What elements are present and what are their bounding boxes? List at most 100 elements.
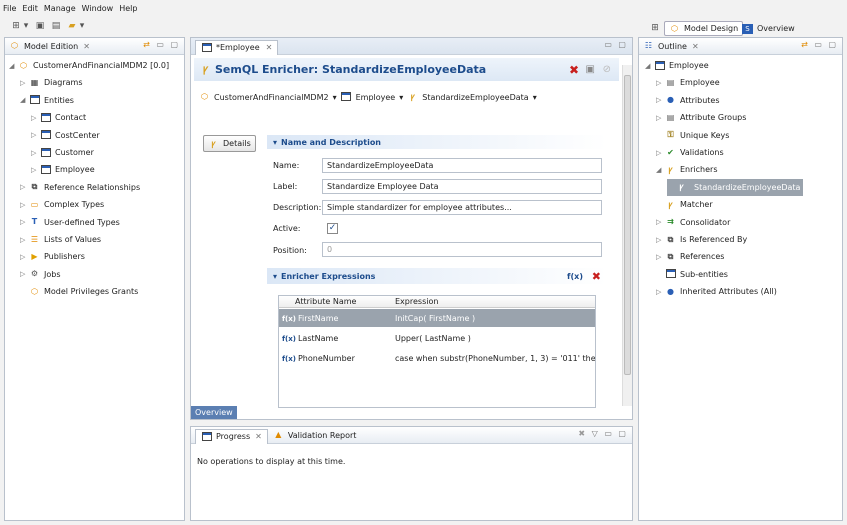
close-icon[interactable]: ✕ <box>266 43 273 52</box>
menu-edit[interactable]: Edit <box>22 4 38 13</box>
expand-toggle-icon[interactable]: ◢ <box>9 62 18 70</box>
tree-item[interactable]: ▷ Employee <box>31 161 95 178</box>
details-button[interactable]: ꝩ Details <box>203 135 256 152</box>
col-attribute-name[interactable]: Attribute Name <box>295 297 356 306</box>
tree-item[interactable]: ◢ ⬡ CustomerAndFinancialMDM2 [0.0] <box>9 57 169 74</box>
name-field[interactable]: StandardizeEmployeeData <box>322 158 602 173</box>
expand-toggle-icon[interactable]: ▷ <box>20 253 29 261</box>
tree-item[interactable]: Sub-entities <box>656 266 728 283</box>
new-dropdown-icon[interactable]: ▾ <box>22 20 30 32</box>
section-enricher-expressions[interactable]: ▾ Enricher Expressions f(x) ✖ <box>267 268 607 284</box>
validation-report-tab[interactable]: ▲ Validation Report <box>268 428 362 442</box>
expand-toggle-icon[interactable]: ▷ <box>20 79 29 87</box>
delete-icon[interactable]: ✖ <box>569 63 579 77</box>
table-row[interactable]: f(x) LastName Upper( LastName ) <box>279 329 595 347</box>
expand-toggle-icon[interactable]: ◢ <box>20 96 29 104</box>
label-field[interactable]: Standardize Employee Data <box>322 179 602 194</box>
progress-view-controls[interactable]: ✖ ▽ ▭ ▢ <box>578 429 628 438</box>
progress-tab[interactable]: Progress ✕ <box>195 428 268 444</box>
breadcrumb-entity[interactable]: Employee <box>356 93 396 102</box>
close-icon[interactable]: ✕ <box>83 42 90 51</box>
tree-item[interactable]: ▷ T User-defined Types <box>20 214 120 231</box>
tree-item[interactable]: ▷ ⧉ References <box>656 248 724 265</box>
tree-item[interactable]: ⬡ Model Privileges Grants <box>20 283 138 300</box>
expand-toggle-icon[interactable]: ▷ <box>656 253 665 261</box>
chevron-down-icon[interactable]: ▾ <box>399 93 403 102</box>
tree-item[interactable]: ◢ Entities <box>20 92 74 109</box>
tree-item[interactable]: ▷ ⚙ Jobs <box>20 266 61 283</box>
perspective-model-design[interactable]: ⬡ Model Design <box>664 21 744 36</box>
breadcrumb-enricher[interactable]: StandardizeEmployeeData <box>422 93 528 102</box>
chevron-down-icon[interactable]: ▾ <box>533 93 537 102</box>
expand-toggle-icon[interactable]: ▷ <box>20 218 29 226</box>
section-name-description[interactable]: ▾ Name and Description <box>267 135 607 149</box>
perspective-overview[interactable]: S Overview <box>738 21 799 36</box>
expand-toggle-icon[interactable]: ▷ <box>656 96 665 104</box>
menu-help[interactable]: Help <box>119 4 137 13</box>
open-dropdown-icon[interactable]: ▾ <box>78 20 86 32</box>
expand-toggle-icon[interactable]: ◢ <box>656 166 665 174</box>
tree-item[interactable]: ▷ Customer <box>31 144 94 161</box>
model-edition-tab[interactable]: Model Edition <box>24 42 78 51</box>
tree-item[interactable]: ▷ ⇉ Consolidator <box>656 214 730 231</box>
menu-manage[interactable]: Manage <box>44 4 76 13</box>
expand-toggle-icon[interactable]: ▷ <box>656 288 665 296</box>
tree-item[interactable]: ▷ ● Inherited Attributes (All) <box>656 283 777 300</box>
breadcrumb-model[interactable]: CustomerAndFinancialMDM2 <box>214 93 329 102</box>
description-field[interactable]: Simple standardizer for employee attribu… <box>322 200 602 215</box>
tree-item[interactable]: ▷ ▶ Publishers <box>20 248 85 265</box>
expand-toggle-icon[interactable]: ▷ <box>20 270 29 278</box>
tree-item[interactable]: ▷ ▤ Employee <box>656 74 720 91</box>
editor-tab[interactable]: *Employee ✕ <box>195 39 279 55</box>
edit-expression-icon[interactable]: f(x) <box>567 272 583 281</box>
tree-item[interactable]: ▷ ✔ Validations <box>656 144 724 161</box>
menu-file[interactable]: File <box>3 4 16 13</box>
chevron-down-icon[interactable]: ▾ <box>333 93 337 102</box>
active-checkbox[interactable]: ✓ <box>327 223 338 234</box>
link-icon[interactable]: ⊘ <box>603 64 611 75</box>
tree-item[interactable]: ▷ ● Attributes <box>656 92 720 109</box>
save-icon[interactable]: ▣ <box>586 64 595 75</box>
col-expression[interactable]: Expression <box>395 297 438 306</box>
view-controls[interactable]: ⇄ ▭ ▢ <box>143 40 180 49</box>
tree-item[interactable]: ◢ Employee <box>645 57 709 74</box>
table-row[interactable]: f(x) FirstName InitCap( FirstName ) <box>279 309 595 327</box>
expand-toggle-icon[interactable]: ▷ <box>656 114 665 122</box>
expand-toggle-icon[interactable]: ▷ <box>656 149 665 157</box>
tree-item[interactable]: ꝩ StandardizeEmployeeData <box>667 178 804 196</box>
new-icon[interactable]: ⊞ <box>10 20 22 32</box>
expand-toggle-icon[interactable]: ▷ <box>656 236 665 244</box>
outline-view-controls[interactable]: ⇄ ▭ ▢ <box>801 40 838 49</box>
editor-view-controls[interactable]: ▭ ▢ <box>604 40 628 49</box>
open-folder-icon[interactable]: ▰ <box>66 20 78 32</box>
expand-toggle-icon[interactable]: ▷ <box>31 114 40 122</box>
expand-toggle-icon[interactable]: ▷ <box>20 236 29 244</box>
table-row[interactable]: f(x) PhoneNumber case when substr(PhoneNum… <box>279 349 595 367</box>
tree-item[interactable]: ▷ ☰ Lists of Values <box>20 231 101 248</box>
expand-toggle-icon[interactable]: ▷ <box>31 149 40 157</box>
expand-toggle-icon[interactable]: ▷ <box>20 183 29 191</box>
expand-toggle-icon[interactable]: ▷ <box>656 218 665 226</box>
tree-item[interactable]: ▷ ⧉ Reference Relationships <box>20 179 140 196</box>
close-icon[interactable]: ✕ <box>692 42 699 51</box>
tree-item[interactable]: ▷ Contact <box>31 109 86 126</box>
open-perspective-icon[interactable]: ⊞ <box>649 22 661 34</box>
tree-item[interactable]: ◢ ꝩ Enrichers <box>656 161 717 178</box>
tree-item[interactable]: ꝩ Matcher <box>656 196 712 213</box>
tree-item[interactable]: ▷ ▭ Complex Types <box>20 196 104 213</box>
tree-item[interactable]: ▷ ⧉ Is Referenced By <box>656 231 747 248</box>
editor-scrollbar[interactable] <box>622 65 632 406</box>
save-icon[interactable]: ▣ <box>34 20 46 32</box>
tree-item[interactable]: ▷ ▤ Attribute Groups <box>656 109 746 126</box>
expand-toggle-icon[interactable]: ▷ <box>20 201 29 209</box>
close-icon[interactable]: ✕ <box>255 432 262 441</box>
expand-toggle-icon[interactable]: ▷ <box>656 79 665 87</box>
menu-window[interactable]: Window <box>82 4 114 13</box>
tree-item[interactable]: ⚿ Unique Keys <box>656 127 729 144</box>
tree-item[interactable]: ▷ CostCenter <box>31 127 100 144</box>
position-field[interactable]: 0 <box>322 242 602 257</box>
expand-toggle-icon[interactable]: ◢ <box>645 62 654 70</box>
save-all-icon[interactable]: ▤ <box>50 20 62 32</box>
delete-icon[interactable]: ✖ <box>592 270 601 283</box>
expand-toggle-icon[interactable]: ▷ <box>31 166 40 174</box>
